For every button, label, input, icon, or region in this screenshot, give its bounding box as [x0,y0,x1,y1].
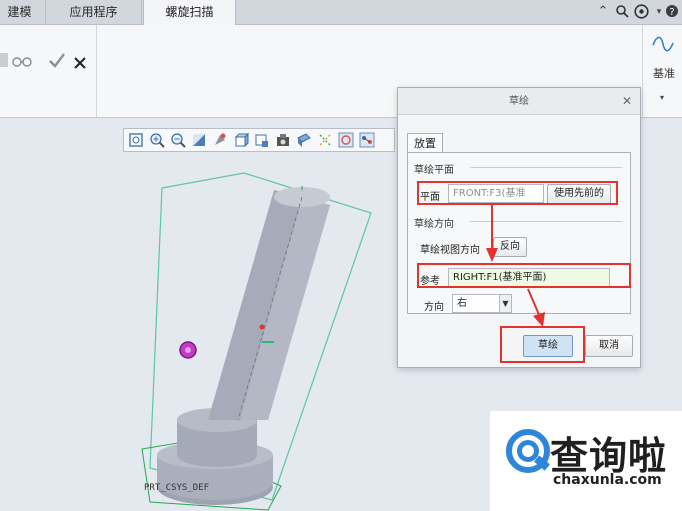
direction-label: 方向 [424,302,444,313]
direction-value: 右 [457,298,467,309]
view-manager-icon[interactable] [296,132,312,148]
spin-center-icon[interactable] [338,132,354,148]
flip-button[interactable]: 反向 [493,237,527,257]
placement-panel: 草绘平面 平面 FRONT:F3(基准 使用先前的 草绘方向 草绘视图方向 反向… [407,152,631,314]
chevron-down-icon[interactable]: ▼ [499,295,511,312]
tab-placement[interactable]: 放置 [407,133,443,153]
close-icon[interactable]: ✕ [620,94,634,108]
zoom-fit-icon[interactable] [128,132,144,148]
display-style-icon[interactable] [233,132,250,148]
reference-highlight-box [417,263,631,288]
watermark-url: chaxunla.com [553,472,662,488]
view-direction-label: 草绘视图方向 [420,245,480,256]
reorient-icon[interactable] [212,132,228,148]
sketch-plane-group-label: 草绘平面 [414,165,454,176]
cancel-button[interactable]: 取消 [585,335,633,357]
view-toolbar [123,128,395,152]
csys-label: PRT_CSYS_DEF [144,483,209,493]
dialog-title-bar[interactable]: 草绘 ✕ [398,88,640,115]
annotation-display-icon[interactable] [359,132,375,148]
saved-views-icon[interactable] [254,132,270,148]
watermark: 查询啦 chaxunla.com [490,411,682,511]
watermark-logo-icon [506,429,550,473]
plane-highlight-box [417,181,618,205]
zoom-in-icon[interactable] [149,132,165,148]
pivot-marker-center [185,347,191,353]
layers-icon[interactable] [275,132,291,148]
csys-origin-mark [259,324,265,330]
group-divider [470,221,622,222]
zoom-out-icon[interactable] [170,132,186,148]
sketch-button-highlight-box [500,326,585,363]
group-divider [470,167,622,168]
dialog-title: 草绘 [509,96,529,107]
datum-display-icon[interactable] [317,132,333,148]
sketch-orientation-group-label: 草绘方向 [414,219,454,230]
repaint-icon[interactable] [191,132,207,148]
